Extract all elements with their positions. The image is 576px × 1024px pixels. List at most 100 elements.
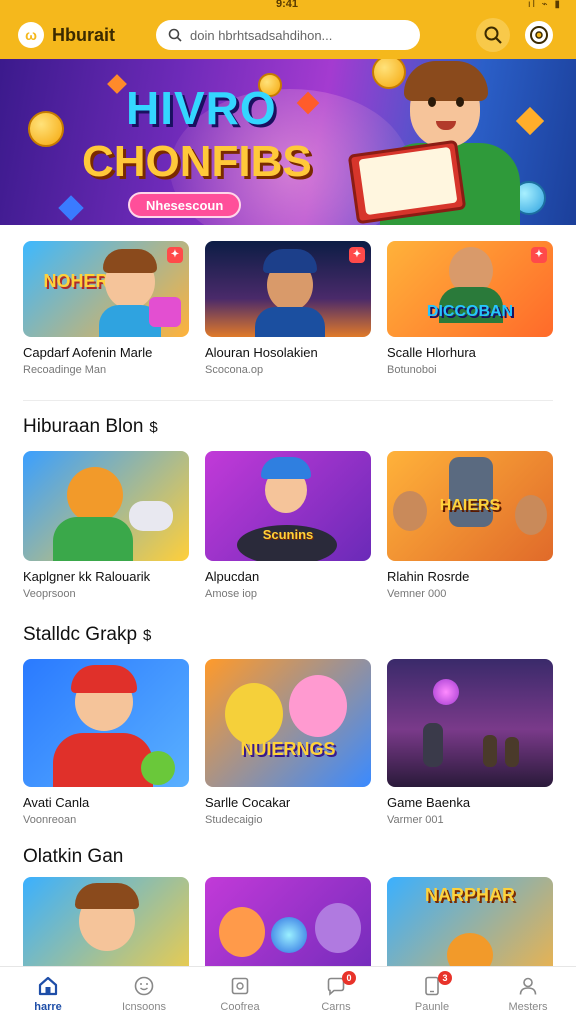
- section-title: Stalldc Grakp $: [23, 624, 151, 646]
- dollar-icon: $: [149, 418, 158, 436]
- game-title: Scalle Hlorhura: [387, 345, 476, 360]
- nav-home[interactable]: harre: [0, 967, 96, 1024]
- apple-icon: [141, 751, 175, 785]
- nav-chat[interactable]: 0 Carns: [288, 967, 384, 1024]
- game-title: Avati Canla: [23, 795, 90, 810]
- search-bar[interactable]: [156, 20, 420, 50]
- gem-icon: [107, 74, 127, 94]
- hot-tag-icon: ✦: [167, 247, 183, 263]
- game-subtitle: Voonreoan: [23, 814, 77, 826]
- section-title-text: Hiburaan Blon: [23, 416, 144, 437]
- game-card[interactable]: Kaplgner kk Ralouarik Veoprsoon: [23, 451, 189, 600]
- smiley-icon: [134, 976, 154, 996]
- thumbnail-title: Scunins: [262, 527, 314, 542]
- gamepad-icon: [129, 501, 173, 531]
- nav-label: Coofrea: [220, 1001, 260, 1013]
- game-card[interactable]: Scunins Alpucdan Amose iop: [205, 451, 371, 600]
- game-subtitle: Vemner 000: [387, 588, 447, 600]
- nav-tablet[interactable]: 3 Paunle: [384, 967, 480, 1024]
- game-title: Rlahin Rosrde: [387, 569, 470, 584]
- game-subtitle: Amose iop: [205, 588, 257, 600]
- game-thumbnail: HAIERS: [387, 451, 553, 561]
- brand-logo[interactable]: ω Hburait: [18, 22, 115, 48]
- home-icon: [38, 976, 58, 996]
- game-card[interactable]: NUIERNGS Sarlle Cocakar Studecaigio: [205, 659, 371, 826]
- section-title: Hiburaan Blon $: [23, 416, 158, 438]
- game-title: Game Baenka: [387, 795, 471, 810]
- app-root: 9:41 ıl ⌁ ▮ ω Hburait HIVRO CHONFIBS: [0, 0, 576, 1024]
- banner-title-line1: HIVRO: [126, 82, 277, 134]
- banner-cta-button[interactable]: Nhesescoun: [128, 192, 242, 218]
- game-thumbnail: [23, 659, 189, 787]
- game-thumbnail: NUIERNGS: [205, 659, 371, 787]
- coin-profile-icon: [530, 26, 548, 44]
- game-card[interactable]: Game Baenka Varmer 001: [387, 659, 553, 826]
- game-card[interactable]: Avati Canla Voonreoan: [23, 659, 189, 826]
- game-row: Avati Canla Voonreoan NUIERNGS Sarlle Co…: [23, 659, 553, 826]
- game-subtitle: Recoadinge Man: [23, 364, 107, 376]
- search-icon: [168, 28, 182, 42]
- thumbnail-title: HAIERS: [439, 497, 501, 514]
- nav-label: Icnsoons: [121, 1001, 167, 1013]
- game-subtitle: Varmer 001: [387, 814, 444, 826]
- game-thumbnail: DICCOBAN ✦: [387, 241, 553, 337]
- nav-label: Paunle: [414, 1001, 450, 1013]
- game-thumbnail: [387, 659, 553, 787]
- nav-frame[interactable]: Coofrea: [192, 967, 288, 1024]
- search-button[interactable]: [476, 18, 510, 52]
- game-card[interactable]: HAIERS Rlahin Rosrde Vemner 000: [387, 451, 553, 600]
- nav-icons[interactable]: Icnsoons: [96, 967, 192, 1024]
- hero-banner[interactable]: HIVRO CHONFIBS Nhesescoun: [0, 59, 576, 225]
- game-card[interactable]: DICCOBAN ✦ Scalle Hlorhura Botunoboi: [387, 241, 553, 376]
- dice-icon: [149, 297, 181, 327]
- profile-button[interactable]: [522, 18, 556, 52]
- notification-badge: 0: [342, 971, 356, 985]
- thumbnail-title: NUIERNGS: [240, 739, 336, 759]
- bottom-navigation: harre Icnsoons Coofrea 0 Carns 3 Paunle …: [0, 966, 576, 1024]
- status-signal: ıl ⌁ ▮: [527, 0, 562, 10]
- game-subtitle: Scocona.op: [205, 364, 264, 376]
- brand-name: Hburait: [52, 24, 115, 45]
- nav-label: Carns: [321, 1001, 351, 1013]
- thumbnail-title: DICCOBAN: [426, 303, 514, 320]
- search-input[interactable]: [190, 27, 410, 43]
- status-bar: 9:41 ıl ⌁ ▮: [0, 0, 576, 12]
- game-title: Alpucdan: [205, 569, 260, 584]
- game-title: Capdarf Aofenin Marle: [23, 345, 153, 360]
- game-thumbnail: NOHER ✦: [23, 241, 189, 337]
- nav-label: Mesters: [508, 1001, 548, 1013]
- section-title-text: Olatkin Gan: [23, 846, 124, 867]
- game-card[interactable]: NOHER ✦ Capdarf Aofenin Marle Recoadinge…: [23, 241, 189, 376]
- game-card[interactable]: ✦ Alouran Hosolakien Scocona.op: [205, 241, 371, 376]
- banner-character: [340, 61, 540, 225]
- game-subtitle: Botunoboi: [387, 364, 437, 376]
- nav-profile[interactable]: Mesters: [480, 967, 576, 1024]
- hot-tag-icon: ✦: [349, 247, 365, 263]
- frame-icon: [231, 977, 249, 995]
- magnifier-icon: [484, 26, 502, 44]
- coin-icon: [28, 111, 64, 147]
- banner-title-line2: CHONFIBS: [82, 137, 312, 186]
- notification-badge: 3: [438, 971, 452, 985]
- game-subtitle: Studecaigio: [205, 814, 263, 826]
- game-title: Alouran Hosolakien: [205, 345, 318, 360]
- game-thumbnail: Scunins: [205, 451, 371, 561]
- game-thumbnail: ✦: [205, 241, 371, 337]
- status-time: 9:41: [276, 0, 299, 10]
- featured-row: NOHER ✦ Capdarf Aofenin Marle Recoadinge…: [23, 241, 553, 376]
- game-row: Kaplgner kk Ralouarik Veoprsoon Scunins …: [23, 451, 553, 600]
- game-subtitle: Veoprsoon: [23, 588, 76, 600]
- section-divider: [23, 400, 553, 401]
- hot-tag-icon: ✦: [531, 247, 547, 263]
- thumbnail-title: NARPHAR: [425, 885, 515, 905]
- gem-icon: [58, 195, 84, 221]
- person-icon: [519, 977, 537, 995]
- section-title: Olatkin Gan: [23, 846, 123, 868]
- logo-icon: ω: [18, 22, 44, 48]
- nav-label: harre: [34, 1001, 62, 1013]
- dollar-icon: $: [143, 626, 152, 644]
- game-thumbnail: [23, 451, 189, 561]
- game-title: Sarlle Cocakar: [205, 795, 291, 810]
- section-title-text: Stalldc Grakp: [23, 624, 138, 645]
- game-title: Kaplgner kk Ralouarik: [23, 569, 151, 584]
